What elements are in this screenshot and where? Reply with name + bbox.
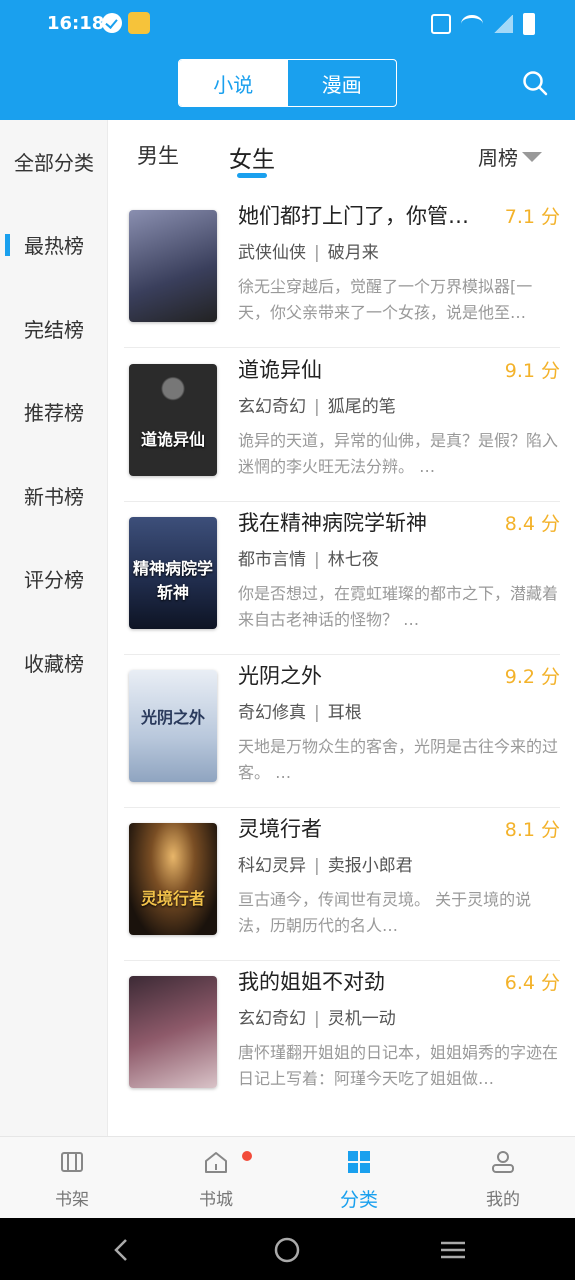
book-description: 诡异的天道，异常的仙佛，是真？是假？陷入迷惘的李火旺无法分辨。 … [238, 431, 559, 476]
app-header: 16:18 小说 漫画 [0, 0, 575, 120]
book-description: 唐怀瑾翻开姐姐的日记本，姐姐娟秀的字迹在日记上写着：阿瑾今天吃了姐姐做… [238, 1043, 559, 1088]
cover-title: 精神病院学斩神 [132, 559, 213, 602]
category-icon [348, 1151, 370, 1173]
book-item[interactable]: 她们都打上门了，你管… 7.1 分 武侠仙侠 | 破月来 徐无尘穿越后，觉醒了一个万… [124, 196, 560, 348]
book-description: 你是否想过，在霓虹璀璨的都市之下，潜藏着来自古老神话的怪物？ … [238, 584, 559, 629]
book-title: 我在精神病院学斩神 [238, 511, 427, 535]
book-meta: 都市言情 | 林七夜 [238, 550, 379, 570]
book-author: 灵机一动 [327, 1009, 396, 1029]
nav-label: 我的 [486, 1190, 520, 1210]
book-author: 破月来 [327, 243, 379, 263]
sidebar-item-rating[interactable]: 评分榜 [0, 560, 108, 600]
sidebar-item-favorites[interactable]: 收藏榜 [0, 644, 108, 684]
book-title: 我的姐姐不对劲 [238, 970, 385, 994]
notification-badge [242, 1151, 252, 1161]
book-author: 卖报小郎君 [327, 856, 413, 876]
book-genre: 都市言情 [238, 550, 306, 570]
book-author: 耳根 [327, 703, 362, 723]
sidebar-item-completed[interactable]: 完结榜 [0, 310, 108, 350]
nav-category[interactable]: 分类 [309, 1149, 409, 1212]
book-item[interactable]: 光阴之外 光阴之外 9.2 分 奇幻修真 | 耳根 天地是万物众生的客舍，光阴是古往… [124, 656, 560, 808]
book-genre: 玄幻奇幻 [238, 1009, 306, 1029]
book-score: 7.1 分 [504, 206, 560, 228]
tab-male[interactable]: 男生 [137, 140, 179, 170]
nav-profile[interactable]: 我的 [453, 1149, 553, 1210]
book-item[interactable]: 灵境行者 灵境行者 8.1 分 科幻灵异 | 卖报小郎君 亘古通今，传闻世有灵境。 … [124, 809, 560, 961]
book-meta: 奇幻修真 | 耳根 [238, 703, 362, 723]
nav-label: 书城 [199, 1190, 233, 1210]
book-meta: 武侠仙侠 | 破月来 [238, 243, 379, 263]
nav-bookshelf[interactable]: 书架 [22, 1149, 122, 1210]
sidebar-item-recommended[interactable]: 推荐榜 [0, 393, 108, 433]
rank-period-dropdown[interactable]: 周榜 [478, 142, 542, 171]
cover-title: 光阴之外 [140, 708, 205, 727]
book-cover: 灵境行者 [129, 823, 217, 935]
home-icon [205, 1152, 227, 1173]
book-author: 狐尾的笔 [327, 397, 396, 417]
battery-icon [523, 13, 535, 35]
book-score: 9.1 分 [504, 360, 560, 382]
book-title: 她们都打上门了，你管… [238, 204, 469, 228]
search-icon[interactable] [522, 70, 548, 96]
book-genre: 玄幻奇幻 [238, 397, 306, 417]
book-item[interactable]: 精神病院学斩神 我在精神病院学斩神 8.4 分 都市言情 | 林七夜 你是否想过，在… [124, 503, 560, 655]
tab-novel[interactable]: 小说 [179, 60, 288, 106]
book-item[interactable]: 我的姐姐不对劲 6.4 分 玄幻奇幻 | 灵机一动 唐怀瑾翻开姐姐的日记本，姐姐娟秀… [124, 962, 560, 1114]
book-cover: 光阴之外 [129, 670, 217, 782]
profile-icon [492, 1151, 514, 1173]
cover-title: 灵境行者 [140, 889, 205, 908]
vibrate-icon [431, 14, 451, 34]
system-navigation-bar [0, 1218, 575, 1280]
book-score: 8.4 分 [504, 513, 560, 535]
book-cover [129, 976, 217, 1088]
ranking-sidebar: 全部分类 最热榜 完结榜 推荐榜 新书榜 评分榜 收藏榜 [0, 120, 108, 1136]
tab-female[interactable]: 女生 [229, 140, 275, 174]
active-tab-indicator [237, 173, 267, 178]
book-cover: 精神病院学斩神 [129, 517, 217, 629]
book-meta: 玄幻奇幻 | 狐尾的笔 [238, 397, 396, 417]
wifi-icon [461, 15, 483, 33]
signal-icon [493, 15, 513, 33]
bottom-navigation: 书架 书城 分类 我的 [0, 1136, 575, 1218]
book-item[interactable]: 道诡异仙 道诡异仙 9.1 分 玄幻奇幻 | 狐尾的笔 诡异的天道，异常的仙佛，是真… [124, 350, 560, 502]
book-score: 9.2 分 [504, 666, 560, 688]
book-genre: 奇幻修真 [238, 703, 306, 723]
book-genre: 科幻灵异 [238, 856, 306, 876]
chevron-down-icon [522, 151, 542, 162]
cover-title: 道诡异仙 [140, 430, 205, 449]
book-meta: 玄幻奇幻 | 灵机一动 [238, 1009, 396, 1029]
book-cover: 道诡异仙 [129, 364, 217, 476]
book-author: 林七夜 [327, 550, 379, 570]
back-icon[interactable] [108, 1236, 136, 1264]
tab-comic[interactable]: 漫画 [288, 60, 397, 106]
nav-label: 分类 [339, 1189, 378, 1211]
book-description: 天地是万物众生的客舍，光阴是古往今来的过客。 … [238, 737, 559, 782]
sidebar-item-all-categories[interactable]: 全部分类 [0, 143, 108, 183]
book-description: 徐无尘穿越后，觉醒了一个万界模拟器[一天，你父亲带来了一个女孩，说是他至… [238, 277, 533, 322]
sidebar-item-new-books[interactable]: 新书榜 [0, 477, 108, 517]
book-score: 8.1 分 [504, 819, 560, 841]
bookshelf-icon [61, 1152, 83, 1172]
book-description: 亘古通今，传闻世有灵境。 关于灵境的说法，历朝历代的名人… [238, 890, 532, 935]
content-type-switch: 小说 漫画 [178, 59, 397, 107]
rank-period-label: 周榜 [478, 146, 518, 170]
book-cover [129, 210, 217, 322]
menu-icon[interactable] [439, 1236, 467, 1264]
nav-label: 书架 [55, 1190, 89, 1210]
book-meta: 科幻灵异 | 卖报小郎君 [238, 856, 413, 876]
book-title: 光阴之外 [238, 664, 322, 688]
sidebar-item-hottest[interactable]: 最热榜 [0, 226, 108, 266]
home-circle-icon[interactable] [273, 1236, 301, 1264]
book-score: 6.4 分 [504, 972, 560, 994]
status-icons [431, 12, 535, 36]
check-circle-icon [102, 13, 122, 33]
book-genre: 武侠仙侠 [238, 243, 306, 263]
status-bar: 16:18 [0, 0, 575, 48]
book-title: 道诡异仙 [238, 358, 322, 382]
book-title: 灵境行者 [238, 817, 322, 841]
notification-app-icon [128, 12, 150, 34]
status-time: 16:18 [47, 13, 105, 34]
